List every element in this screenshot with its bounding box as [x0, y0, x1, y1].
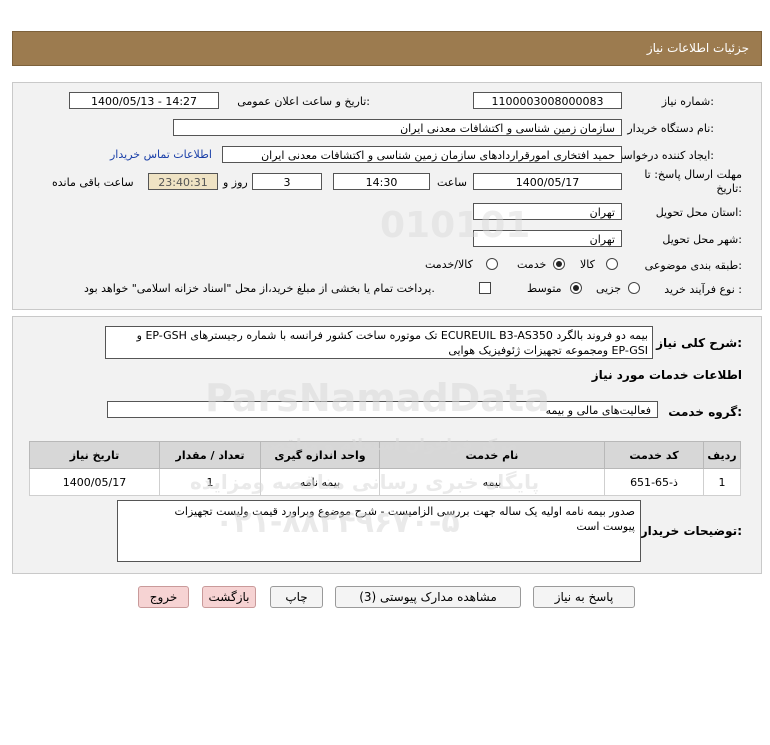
category-option-goods: کالا [580, 258, 595, 271]
category-option-service: خدمت [517, 258, 547, 271]
buyer-org-label: نام دستگاه خریدار: [627, 122, 714, 135]
buyer-notes-line-1: صدور بیمه نامه اولیه یک ساله جهت بررسی ا… [174, 505, 635, 518]
requester-label: ایجاد کننده درخواست: [612, 149, 714, 162]
contact-buyer-link[interactable]: اطلاعات تماس خریدار [110, 148, 212, 161]
services-heading: اطلاعات خدمات مورد نیاز [591, 368, 742, 382]
buyer-notes-box: صدور بیمه نامه اولیه یک ساله جهت بررسی ا… [117, 500, 641, 562]
announce-label: تاریخ و ساعت اعلان عمومی: [237, 95, 370, 108]
summary-box: بیمه دو فروند بالگرد ECUREUIL B3-AS350 ت… [105, 326, 653, 359]
category-label: طبقه بندی موضوعی: [644, 259, 742, 272]
col-service-name: نام خدمت [379, 441, 605, 469]
days-label: روز و [223, 176, 248, 189]
col-row-number: ردیف [703, 441, 741, 469]
deadline-date-field: 1400/05/17 [473, 173, 622, 190]
category-radio-goods-service[interactable] [486, 258, 498, 270]
city-field: تهران [473, 230, 622, 247]
need-number-label: شماره نیاز: [661, 95, 714, 108]
attachments-button[interactable]: مشاهده مدارک پیوستی (3) [335, 586, 521, 608]
process-option-medium: متوسط [527, 282, 562, 295]
col-quantity: تعداد / مقدار [159, 441, 261, 469]
cell-service-code: ذ-65-651 [604, 468, 704, 496]
category-option-goods-service: کالا/خدمت [425, 258, 473, 271]
remaining-time-label: ساعت باقی مانده [52, 176, 134, 189]
need-number-field: 1100003008000083 [473, 92, 622, 109]
announce-datetime-field: 1400/05/13 - 14:27 [69, 92, 219, 109]
remaining-time-field: 23:40:31 [148, 173, 218, 190]
category-radio-goods[interactable] [606, 258, 618, 270]
cell-row-number: 1 [703, 468, 741, 496]
category-radio-service[interactable] [553, 258, 565, 270]
print-button[interactable]: چاپ [270, 586, 323, 608]
process-label: نوع فرآیند خرید : [664, 283, 742, 296]
cell-service-name: بیمه [379, 468, 605, 496]
days-remaining-field: 3 [252, 173, 322, 190]
col-unit: واحد اندازه گیری [260, 441, 380, 469]
summary-line-2: EP-GSI ومجموعه تجهیزات ژئوفیزیک هوایی [448, 344, 648, 357]
treasury-payment-text: پرداخت تمام یا بخشی از مبلغ خرید،از محل … [84, 282, 435, 295]
city-label: شهر محل تحویل: [662, 233, 742, 246]
service-group-label: گروه خدمت: [668, 405, 742, 419]
col-need-date: تاریخ نیاز [29, 441, 160, 469]
process-radio-medium[interactable] [570, 282, 582, 294]
process-radio-minor[interactable] [628, 282, 640, 294]
province-label: استان محل تحویل: [655, 206, 742, 219]
province-field: تهران [473, 203, 622, 220]
deadline-label: مهلت ارسال پاسخ: تا تاریخ: [644, 168, 742, 195]
summary-line-1: بیمه دو فروند بالگرد ECUREUIL B3-AS350 ت… [136, 329, 648, 342]
process-option-minor: جزیی [596, 282, 622, 295]
cell-quantity: 1 [159, 468, 261, 496]
services-table: ردیف کد خدمت نام خدمت واحد اندازه گیری ت… [29, 441, 741, 496]
back-button[interactable]: بازگشت [202, 586, 256, 608]
table-header-row: ردیف کد خدمت نام خدمت واحد اندازه گیری ت… [29, 441, 741, 469]
deadline-time-field: 14:30 [333, 173, 430, 190]
time-label: ساعت [437, 176, 467, 189]
need-info-panel [12, 82, 762, 310]
buyer-notes-line-2: پیوست است [576, 520, 635, 533]
summary-label: شرح کلی نیاز: [656, 336, 742, 350]
requester-field: حمید افتخاری امورقراردادهای سازمان زمین … [222, 146, 622, 163]
buyer-org-field: سازمان زمین شناسی و اکتشافات معدنی ایران [173, 119, 622, 136]
page-title: جزئیات اطلاعات نیاز [646, 41, 749, 55]
exit-button[interactable]: خروج [138, 586, 189, 608]
table-row: 1 ذ-65-651 بیمه بیمه نامه 1 1400/05/17 [29, 468, 741, 496]
cell-unit: بیمه نامه [260, 468, 380, 496]
service-group-field: فعالیت‌های مالی و بیمه [107, 401, 658, 418]
col-service-code: کد خدمت [604, 441, 704, 469]
reply-button[interactable]: پاسخ به نیاز [533, 586, 635, 608]
cell-need-date: 1400/05/17 [29, 468, 160, 496]
buyer-notes-label: توضیحات خریدار: [640, 524, 742, 538]
page-header: جزئیات اطلاعات نیاز [12, 31, 762, 66]
treasury-payment-checkbox[interactable] [479, 282, 491, 294]
